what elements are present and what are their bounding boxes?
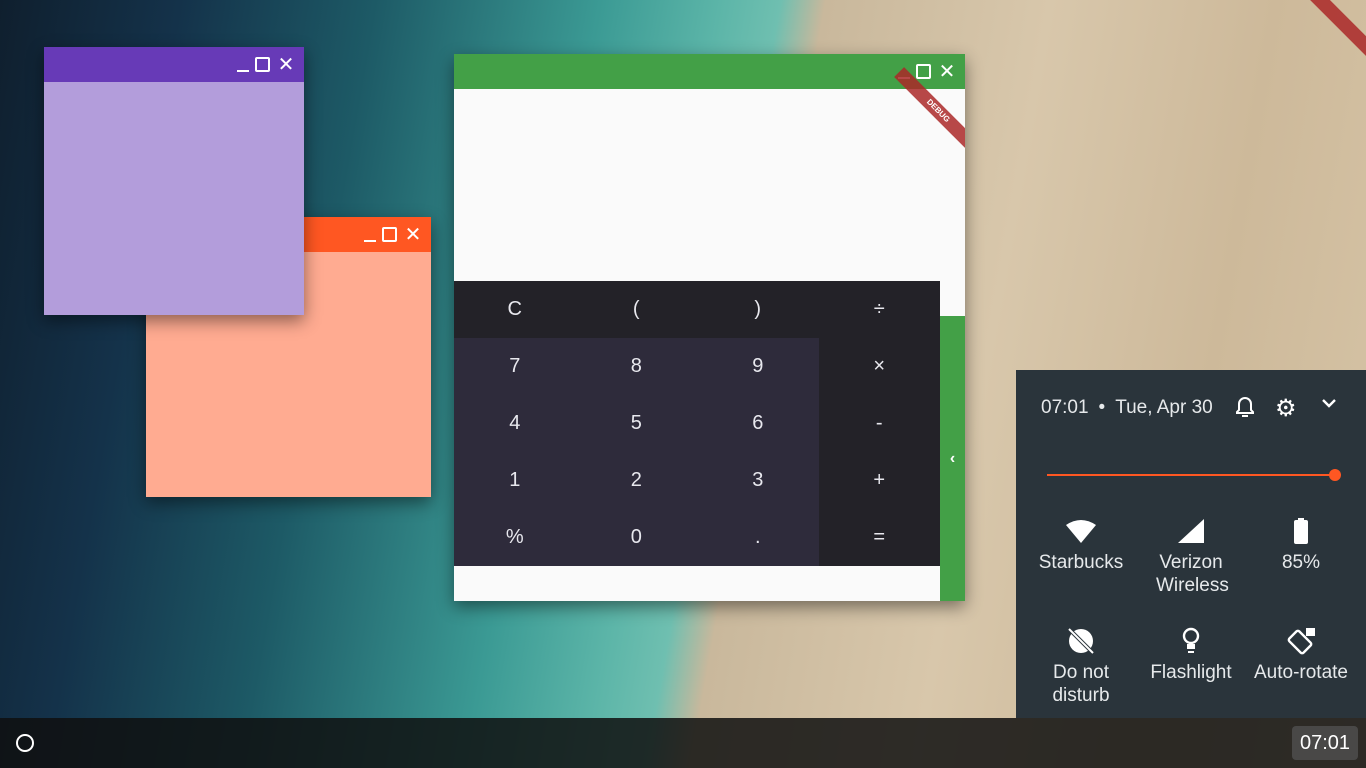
tile-label: Auto-rotate [1254, 662, 1348, 683]
key-divide[interactable]: ÷ [819, 281, 941, 338]
do-not-disturb-icon [1026, 625, 1136, 657]
minimize-icon[interactable] [237, 69, 249, 72]
advanced-panel-handle[interactable]: ‹ [940, 316, 965, 601]
launcher-button[interactable] [16, 734, 34, 752]
tile-label: Flashlight [1150, 662, 1232, 683]
key-2[interactable]: 2 [575, 452, 697, 509]
qs-date: Tue, Apr 30 [1115, 397, 1213, 418]
tile-label: 85% [1281, 552, 1321, 573]
slider-thumb[interactable] [1329, 469, 1341, 481]
key-open-paren[interactable]: ( [576, 281, 698, 338]
flashlight-icon [1136, 625, 1246, 657]
purple-window-titlebar[interactable]: ✕ [44, 47, 304, 82]
battery-icon [1246, 515, 1356, 547]
tile-flashlight[interactable]: Flashlight [1136, 625, 1246, 684]
key-decimal[interactable]: . [697, 509, 819, 566]
key-percent[interactable]: % [454, 509, 576, 566]
maximize-icon[interactable] [382, 227, 397, 242]
key-equals[interactable]: = [819, 509, 941, 566]
key-5[interactable]: 5 [575, 395, 697, 452]
key-0[interactable]: 0 [575, 509, 697, 566]
key-plus[interactable]: + [819, 452, 941, 509]
calculator-window[interactable]: ✕ DEBUG C ( ) ÷ 7 8 9 × 4 5 6 - 1 2 3 + … [454, 54, 965, 601]
tile-autorotate[interactable]: Auto-rotate [1246, 625, 1356, 684]
taskbar: 07:01 [0, 718, 1366, 768]
key-8[interactable]: 8 [575, 338, 697, 395]
close-icon[interactable]: ✕ [403, 225, 423, 245]
debug-banner-corner [1297, 0, 1366, 65]
qs-header: 07:01 • Tue, Apr 30 [1041, 397, 1213, 419]
key-7[interactable]: 7 [454, 338, 576, 395]
key-1[interactable]: 1 [454, 452, 576, 509]
tile-battery[interactable]: 85% [1246, 515, 1356, 574]
chevron-left-icon: ‹ [949, 449, 956, 467]
chevron-down-icon[interactable] [1321, 396, 1337, 414]
calculator-titlebar[interactable]: ✕ [454, 54, 965, 89]
bell-icon[interactable] [1235, 396, 1255, 423]
brightness-slider[interactable] [1047, 469, 1341, 481]
purple-window[interactable]: ✕ [44, 47, 304, 315]
close-icon[interactable]: ✕ [276, 55, 296, 75]
tile-wifi[interactable]: Starbucks [1026, 515, 1136, 574]
signal-icon [1136, 515, 1246, 547]
quick-settings-panel: 07:01 • Tue, Apr 30 ⚙ Starbucks Verizon … [1016, 370, 1366, 718]
wifi-icon [1026, 515, 1136, 547]
key-multiply[interactable]: × [819, 338, 941, 395]
qs-time: 07:01 [1041, 397, 1089, 418]
key-clear[interactable]: C [454, 281, 576, 338]
tile-cellular[interactable]: Verizon Wireless [1136, 515, 1246, 597]
key-6[interactable]: 6 [697, 395, 819, 452]
gear-icon[interactable]: ⚙ [1275, 394, 1297, 423]
taskbar-clock[interactable]: 07:01 [1292, 726, 1358, 760]
calculator-keypad: C ( ) ÷ 7 8 9 × 4 5 6 - 1 2 3 + % 0 . = [454, 281, 940, 566]
key-3[interactable]: 3 [697, 452, 819, 509]
auto-rotate-icon [1246, 625, 1356, 657]
tile-label: Starbucks [1038, 552, 1124, 573]
maximize-icon[interactable] [255, 57, 270, 72]
key-close-paren[interactable]: ) [697, 281, 819, 338]
key-4[interactable]: 4 [454, 395, 576, 452]
key-9[interactable]: 9 [697, 338, 819, 395]
close-icon[interactable]: ✕ [937, 62, 957, 82]
maximize-icon[interactable] [916, 64, 931, 79]
qs-separator: • [1098, 397, 1106, 418]
minimize-icon[interactable] [364, 239, 376, 242]
tile-label: Verizon Wireless [1156, 552, 1229, 596]
tile-label: Do not disturb [1052, 662, 1110, 706]
key-minus[interactable]: - [819, 395, 941, 452]
tile-dnd[interactable]: Do not disturb [1026, 625, 1136, 707]
